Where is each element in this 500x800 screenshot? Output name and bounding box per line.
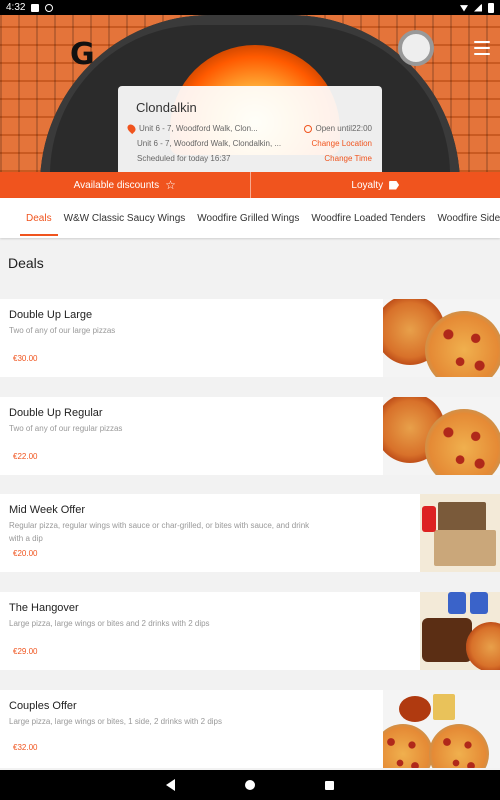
item-name: Mid Week Offer	[9, 504, 86, 516]
section-title: Deals	[8, 255, 44, 271]
item-image	[383, 299, 500, 377]
back-icon[interactable]	[166, 779, 175, 791]
change-location-link[interactable]: Change Location	[312, 139, 373, 148]
item-price: €32.00	[13, 743, 38, 752]
menu-item-double-up-large[interactable]: Double Up Large Two of any of our large …	[0, 299, 500, 377]
home-icon[interactable]	[245, 780, 255, 790]
system-nav-bar	[0, 770, 500, 800]
tag-icon	[389, 180, 400, 190]
discounts-label: Available discounts	[73, 179, 160, 191]
item-image	[383, 397, 500, 475]
menu-item-the-hangover[interactable]: The Hangover Large pizza, large wings or…	[0, 592, 500, 670]
recent-apps-icon[interactable]	[325, 780, 334, 790]
location-pin-icon	[125, 122, 138, 135]
store-city: Clondalkin	[136, 100, 197, 115]
battery-icon	[488, 2, 494, 13]
item-name: Double Up Large	[9, 309, 93, 321]
action-bar: Available discounts ☆ Loyalty	[0, 172, 500, 198]
store-address-long: Unit 6 - 7, Woodford Walk, Clondalkin, .…	[137, 139, 282, 148]
item-image	[420, 494, 500, 572]
item-price: €30.00	[13, 354, 38, 363]
item-price: €20.00	[13, 549, 38, 558]
sync-icon	[45, 3, 54, 12]
item-price: €22.00	[13, 452, 38, 461]
tab-woodfire-loaded-tenders[interactable]: Woodfire Loaded Tenders	[305, 198, 431, 238]
item-description: Large pizza, large wings or bites, 1 sid…	[9, 717, 222, 726]
hamburger-menu-icon[interactable]	[474, 41, 490, 55]
clock-icon	[303, 124, 312, 133]
item-name: Double Up Regular	[9, 407, 103, 419]
loyalty-button[interactable]: Loyalty	[251, 172, 500, 198]
tab-deals[interactable]: Deals	[20, 198, 58, 238]
item-description: Two of any of our large pizzas	[9, 326, 116, 335]
item-description: Two of any of our regular pizzas	[9, 424, 123, 433]
sim-icon	[31, 3, 40, 12]
menu-item-couples-offer[interactable]: Couples Offer Large pizza, large wings o…	[0, 690, 500, 768]
loyalty-label: Loyalty	[351, 179, 384, 191]
item-image	[420, 592, 500, 670]
oven-logo: G	[70, 37, 95, 72]
item-name: Couples Offer	[9, 700, 77, 712]
item-description: Regular pizza, regular wings with sauce …	[9, 521, 310, 543]
change-time-link[interactable]: Change Time	[324, 154, 372, 163]
wifi-icon	[460, 5, 468, 12]
star-icon: ☆	[165, 178, 176, 192]
signal-icon	[474, 3, 482, 12]
status-time: 4:32	[6, 2, 26, 13]
store-info-card: Clondalkin Unit 6 - 7, Woodford Walk, Cl…	[118, 86, 382, 172]
thermometer-gauge	[398, 30, 434, 66]
open-status: Open until22:00	[315, 124, 373, 133]
category-tabs: Deals W&W Classic Saucy Wings Woodfire G…	[0, 198, 500, 238]
tab-woodfire-sides[interactable]: Woodfire Sides	[432, 198, 500, 238]
item-price: €29.00	[13, 647, 38, 656]
scheduled-time: Scheduled for today 16:37	[137, 154, 231, 163]
tab-woodfire-grilled-wings[interactable]: Woodfire Grilled Wings	[191, 198, 305, 238]
item-image	[383, 690, 500, 768]
item-description: Large pizza, large wings or bites and 2 …	[9, 619, 210, 628]
tab-classic-saucy-wings[interactable]: W&W Classic Saucy Wings	[58, 198, 192, 238]
menu-item-double-up-regular[interactable]: Double Up Regular Two of any of our regu…	[0, 397, 500, 475]
status-bar: 4:32	[0, 0, 500, 15]
available-discounts-button[interactable]: Available discounts ☆	[0, 172, 250, 198]
item-name: The Hangover	[9, 602, 79, 614]
menu-item-mid-week-offer[interactable]: Mid Week Offer Regular pizza, regular wi…	[0, 494, 500, 572]
store-address-short: Unit 6 - 7, Woodford Walk, Clon...	[139, 124, 258, 133]
